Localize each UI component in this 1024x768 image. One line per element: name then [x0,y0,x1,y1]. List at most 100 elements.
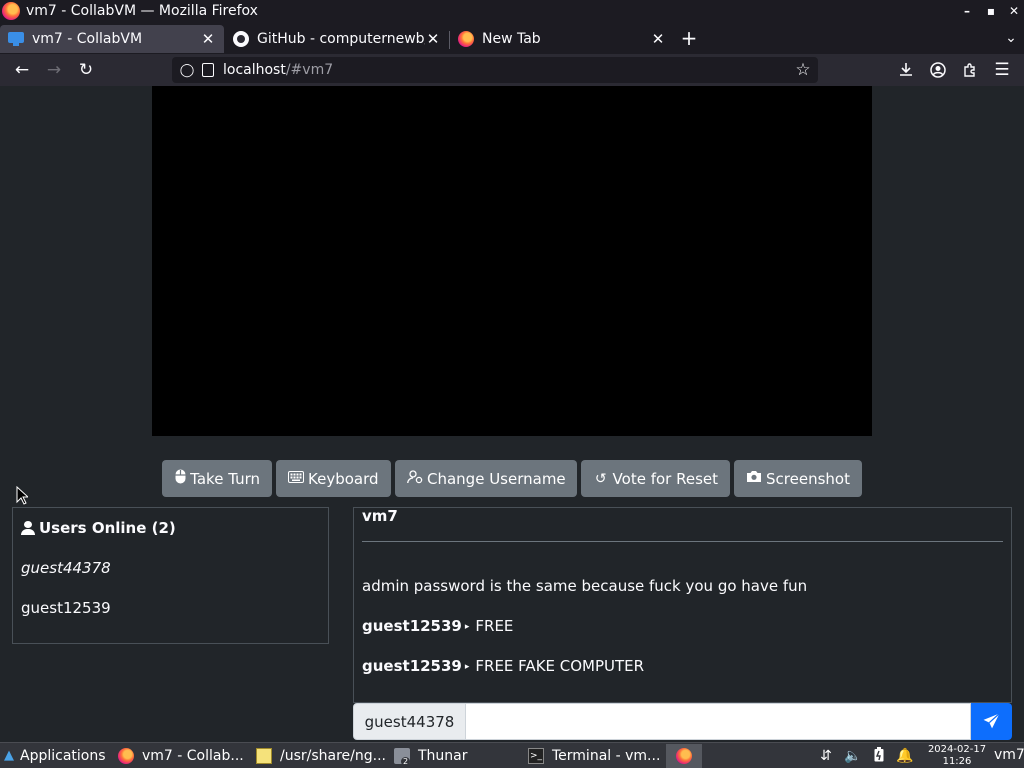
taskbar-item-firefox[interactable]: vm7 - Collab... [114,744,248,768]
chevron-down-icon[interactable]: ⌄ [1001,27,1021,49]
battery-icon[interactable] [870,747,888,765]
monitor-icon [8,32,24,46]
person-gear-icon [407,469,423,488]
url-text[interactable]: localhost/#vm7 [223,62,333,78]
tracking-shield-icon[interactable]: ◯ [180,63,195,78]
chat-message: admin password is the same because fuck … [362,577,807,595]
account-icon[interactable] [926,58,950,82]
chat-panel[interactable]: vm7 admin password is the same because f… [353,507,1012,703]
navigation-toolbar: ← → ↻ ◯ localhost/#vm7 ☆ ☰ [0,54,1024,86]
close-window-icon[interactable]: ✕ [1003,0,1024,22]
back-arrow-icon[interactable]: ← [10,58,34,82]
hamburger-menu-icon[interactable]: ☰ [990,58,1014,82]
close-tab-icon[interactable]: ✕ [650,30,666,48]
keyboard-icon [288,470,304,487]
tab-label: GitHub - computernewb/ [257,31,425,47]
tab-collabvm[interactable]: vm7 - CollabVM ✕ [0,25,224,53]
users-online-title: Users Online (2) [21,519,176,537]
tab-label: vm7 - CollabVM [32,31,143,47]
chat-username-label: guest44378 [353,703,466,740]
camera-icon [746,470,762,487]
mouse-icon [174,469,186,488]
taskbar-item-label: Thunar [418,748,468,764]
text-editor-icon [256,748,272,764]
taskbar-launcher-firefox[interactable] [666,744,702,768]
chat-message-text: FREE FAKE COMPUTER [475,657,645,675]
tab-github[interactable]: GitHub - computernewb/ ✕ [225,25,449,53]
page-icon[interactable] [202,63,214,77]
new-tab-plus-icon[interactable]: + [678,27,700,49]
chat-arrow-icon: ▸ [464,662,470,672]
applications-label: Applications [20,748,106,764]
keyboard-button[interactable]: Keyboard [276,460,391,497]
workspace-label[interactable]: vm7 [994,747,1024,763]
notification-bell-icon[interactable]: 🔔 [896,747,914,765]
chat-message: guest12539 ▸ FREE FAKE COMPUTER [362,657,644,675]
tab-label: New Tab [482,31,541,47]
network-icon[interactable]: ⇵ [817,747,835,765]
downloads-icon[interactable] [894,58,918,82]
person-icon [21,521,35,535]
tab-new-tab[interactable]: New Tab ✕ [450,25,674,53]
users-online-panel: Users Online (2) guest44378 guest12539 [12,507,329,644]
github-icon [233,31,249,47]
keyboard-label: Keyboard [308,469,379,488]
clock-time: 11:26 [942,756,972,767]
maximize-icon[interactable]: ▪ [980,0,1002,22]
send-icon [983,713,1000,729]
vote-reset-label: Vote for Reset [612,469,718,488]
mouse-pointer-icon [16,486,28,505]
chat-room-title: vm7 [362,507,398,525]
tab-strip: vm7 - CollabVM ✕ GitHub - computernewb/ … [0,22,1024,54]
screenshot-label: Screenshot [766,469,850,488]
window-title: vm7 - CollabVM — Mozilla Firefox [26,3,258,19]
firefox-logo-icon [2,2,20,20]
taskbar-item-label: vm7 - Collab... [142,748,244,764]
chat-message-sender: guest12539 [362,657,462,675]
close-tab-icon[interactable]: ✕ [200,30,216,48]
forward-arrow-icon[interactable]: → [42,58,66,82]
chat-message-input[interactable] [465,703,971,740]
vm-display[interactable] [152,86,872,436]
minimize-icon[interactable]: – [956,0,978,22]
chat-arrow-icon: ▸ [464,622,470,632]
screenshot-button[interactable]: Screenshot [734,460,862,497]
change-username-button[interactable]: Change Username [395,460,577,497]
applications-menu[interactable]: ▲ Applications [0,744,106,768]
collabvm-page: Take Turn Keyboard Change Username ↺ Vot… [0,86,1024,742]
chat-divider [362,541,1003,542]
taskbar-item-editor[interactable]: /usr/share/ng... [252,744,386,768]
url-path: /#vm7 [285,62,334,78]
taskbar-item-label: /usr/share/ng... [280,748,386,764]
chat-input-group: guest44378 [353,703,1012,741]
vote-reset-button[interactable]: ↺ Vote for Reset [581,460,730,497]
chat-message-text: FREE [475,617,514,635]
window-titlebar: vm7 - CollabVM — Mozilla Firefox – ▪ ✕ [0,0,1024,22]
chat-message-text: admin password is the same because fuck … [362,577,808,595]
firefox-icon [676,748,692,764]
user-list-item[interactable]: guest12539 [21,599,111,617]
taskbar-item-label: Terminal - vm... [552,748,661,764]
user-list-item[interactable]: guest44378 [21,559,111,577]
window-count-badge: 2 [401,757,411,766]
bookmark-star-icon[interactable]: ☆ [792,59,814,81]
taskbar-item-terminal[interactable]: >_ Terminal - vm... [524,744,660,768]
take-turn-label: Take Turn [190,469,260,488]
reload-icon[interactable]: ↻ [74,58,98,82]
clock-date: 2024-02-17 [927,744,987,755]
firefox-icon [458,31,474,47]
firefox-icon [118,748,134,764]
send-button[interactable] [971,703,1012,740]
close-tab-icon[interactable]: ✕ [425,30,441,48]
reset-arrow-icon: ↺ [594,470,607,487]
url-bar[interactable]: ◯ localhost/#vm7 ☆ [172,57,818,83]
chat-message-sender: guest12539 [362,617,462,635]
extensions-icon[interactable] [958,58,982,82]
chat-message: guest12539 ▸ FREE [362,617,513,635]
change-username-label: Change Username [427,469,566,488]
terminal-icon: >_ [528,748,544,764]
taskbar-item-thunar[interactable]: Thunar 2 [390,744,520,768]
take-turn-button[interactable]: Take Turn [162,460,272,497]
volume-icon[interactable]: 🔈 [844,747,862,765]
taskbar-clock[interactable]: 2024-02-17 11:26 [926,744,988,768]
